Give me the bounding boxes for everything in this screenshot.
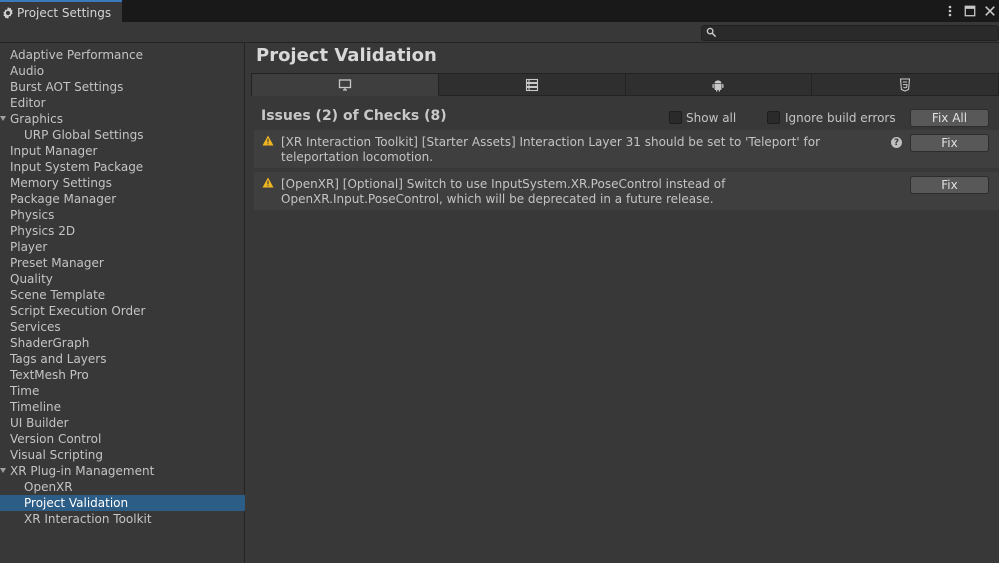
- sidebar-item-label: Audio: [10, 64, 45, 78]
- sidebar-item[interactable]: Burst AOT Settings: [0, 79, 245, 95]
- sidebar-item[interactable]: Time: [0, 383, 245, 399]
- help-icon[interactable]: ?: [891, 137, 902, 148]
- sidebar-item-label: Memory Settings: [10, 176, 112, 190]
- toolbar: [0, 22, 999, 42]
- sidebar-item-label: Tags and Layers: [10, 352, 107, 366]
- warning-icon: [262, 135, 275, 147]
- fix-button[interactable]: Fix: [910, 134, 989, 152]
- sidebar-item[interactable]: XR Plug-in Management: [0, 463, 245, 479]
- sidebar-item-label: Adaptive Performance: [10, 48, 143, 62]
- warning-icon: [262, 177, 275, 189]
- sidebar-item-label: OpenXR: [24, 480, 73, 494]
- sidebar-item[interactable]: Visual Scripting: [0, 447, 245, 463]
- issue-row: [OpenXR] [Optional] Switch to use InputS…: [254, 172, 999, 210]
- show-all-checkbox[interactable]: [669, 111, 682, 124]
- issues-header: Issues (2) of Checks (8): [261, 108, 447, 124]
- sidebar-item-label: UI Builder: [10, 416, 69, 430]
- sidebar-item[interactable]: Script Execution Order: [0, 303, 245, 319]
- expand-triangle-icon[interactable]: [0, 116, 6, 121]
- sidebar-item[interactable]: Input System Package: [0, 159, 245, 175]
- sidebar-item[interactable]: Editor: [0, 95, 245, 111]
- ignore-build-errors-checkbox[interactable]: [767, 111, 780, 124]
- issue-message: [XR Interaction Toolkit] [Starter Assets…: [281, 135, 821, 164]
- fix-all-button[interactable]: Fix All: [910, 109, 989, 127]
- main-panel: Project Validation Issues (2) of Checks …: [246, 42, 999, 563]
- sidebar-item[interactable]: URP Global Settings: [0, 127, 245, 143]
- show-all-label: Show all: [686, 111, 737, 125]
- sidebar-item-label: Package Manager: [10, 192, 117, 206]
- tab-webgl[interactable]: [812, 73, 999, 96]
- ignore-build-errors-label: Ignore build errors: [785, 111, 896, 125]
- gear-icon: [1, 6, 15, 20]
- sidebar-item[interactable]: TextMesh Pro: [0, 367, 245, 383]
- sidebar-item[interactable]: Physics 2D: [0, 223, 245, 239]
- sidebar-item-label: ShaderGraph: [10, 336, 90, 350]
- tab-title: Project Settings: [17, 5, 112, 20]
- sidebar-item[interactable]: Package Manager: [0, 191, 245, 207]
- kebab-menu-icon[interactable]: [943, 4, 957, 18]
- sidebar-item[interactable]: Tags and Layers: [0, 351, 245, 367]
- sidebar-item-label: URP Global Settings: [24, 128, 144, 142]
- maximize-icon[interactable]: [963, 4, 977, 18]
- sidebar-item[interactable]: Input Manager: [0, 143, 245, 159]
- sidebar-item-label: Visual Scripting: [10, 448, 103, 462]
- sidebar-item[interactable]: Adaptive Performance: [0, 47, 245, 63]
- sidebar-item[interactable]: Version Control: [0, 431, 245, 447]
- html5-icon: [900, 77, 911, 92]
- sidebar-item[interactable]: Project Validation: [0, 495, 245, 511]
- sidebar-item-label: Time: [10, 384, 40, 398]
- sidebar-item[interactable]: ShaderGraph: [0, 335, 245, 351]
- sidebar-item[interactable]: Physics: [0, 207, 245, 223]
- android-icon: [712, 79, 724, 91]
- sidebar-item[interactable]: Quality: [0, 271, 245, 287]
- monitor-icon: [338, 79, 352, 91]
- issue-row: [XR Interaction Toolkit] [Starter Assets…: [254, 130, 999, 168]
- sidebar-item-label: Scene Template: [10, 288, 106, 302]
- sidebar-item-label: Editor: [10, 96, 46, 110]
- sidebar-item[interactable]: Audio: [0, 63, 245, 79]
- sidebar-item-label: Version Control: [10, 432, 102, 446]
- search-input[interactable]: [701, 25, 999, 41]
- platform-tabs: [251, 73, 999, 96]
- sidebar-item[interactable]: Memory Settings: [0, 175, 245, 191]
- sidebar-item-label: Project Validation: [24, 496, 129, 510]
- sidebar-item-label: XR Interaction Toolkit: [24, 512, 152, 526]
- page-title: Project Validation: [256, 45, 437, 66]
- sidebar-item-label: Graphics: [10, 112, 63, 126]
- sidebar-item-label: TextMesh Pro: [10, 368, 89, 382]
- window-titlebar: Project Settings: [0, 0, 999, 23]
- sidebar-item-label: Physics: [10, 208, 55, 222]
- expand-triangle-icon[interactable]: [0, 468, 6, 473]
- sidebar-item-label: Input Manager: [10, 144, 98, 158]
- sidebar-item-label: Preset Manager: [10, 256, 104, 270]
- sidebar-item[interactable]: Services: [0, 319, 245, 335]
- sidebar-item[interactable]: Timeline: [0, 399, 245, 415]
- sidebar-item[interactable]: UI Builder: [0, 415, 245, 431]
- search-icon: [706, 27, 718, 39]
- sidebar-item-label: XR Plug-in Management: [10, 464, 155, 478]
- tab-dedicated-server[interactable]: [438, 73, 626, 96]
- close-icon[interactable]: [983, 4, 997, 18]
- issue-message: [OpenXR] [Optional] Switch to use InputS…: [281, 177, 726, 206]
- tab-android[interactable]: [625, 73, 813, 96]
- sidebar-item[interactable]: Graphics: [0, 111, 245, 127]
- sidebar-item[interactable]: OpenXR: [0, 479, 245, 495]
- sidebar-item-label: Physics 2D: [10, 224, 76, 238]
- sidebar-item-label: Input System Package: [10, 160, 144, 174]
- sidebar-item-label: Burst AOT Settings: [10, 80, 124, 94]
- server-icon: [525, 78, 538, 91]
- fix-button[interactable]: Fix: [910, 176, 989, 194]
- sidebar-item-label: Timeline: [10, 400, 62, 414]
- sidebar-item[interactable]: Preset Manager: [0, 255, 245, 271]
- settings-sidebar: Adaptive Performance Audio Burst AOT Setti…: [0, 42, 245, 563]
- sidebar-item-label: Player: [10, 240, 48, 254]
- tab-standalone[interactable]: [251, 73, 439, 96]
- sidebar-item[interactable]: Scene Template: [0, 287, 245, 303]
- sidebar-item[interactable]: Player: [0, 239, 245, 255]
- sidebar-item[interactable]: XR Interaction Toolkit: [0, 511, 245, 527]
- sidebar-item-label: Script Execution Order: [10, 304, 146, 318]
- sidebar-item-label: Quality: [10, 272, 53, 286]
- sidebar-item-label: Services: [10, 320, 61, 334]
- tab-project-settings[interactable]: Project Settings: [0, 0, 122, 23]
